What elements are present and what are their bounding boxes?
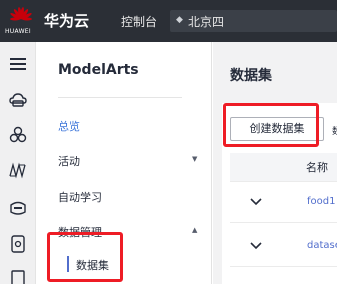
highlight-create-button (223, 103, 319, 147)
chevron-down-icon[interactable]: ▼ (192, 155, 197, 163)
mesh-icon[interactable] (8, 160, 28, 180)
device-icon[interactable] (8, 234, 28, 254)
nav-item-activity[interactable]: 活动 (58, 153, 80, 169)
dataset-name-link[interactable]: datase (307, 240, 337, 251)
nav-item-overview[interactable]: 总览 (58, 118, 80, 134)
brand-name[interactable]: 华为云 (44, 10, 89, 31)
expand-row-icon[interactable] (249, 241, 263, 251)
storage-icon[interactable] (8, 198, 28, 218)
toolbar-partial-text: 数 (332, 127, 337, 137)
console-link[interactable]: 控制台 (121, 13, 157, 30)
chevron-up-icon[interactable]: ▲ (192, 226, 197, 234)
top-bar: HUAWEI 华为云 控制台 ◆ 北京四 (0, 0, 337, 42)
nav-item-auto-learning[interactable]: 自动学习 (58, 189, 102, 205)
doc-icon[interactable] (8, 268, 28, 284)
column-header-name[interactable]: 名称 (306, 159, 328, 175)
menu-icon[interactable] (8, 54, 28, 74)
service-title: ModelArts (58, 62, 139, 78)
location-pin-icon: ◆ (176, 15, 183, 25)
service-icon-rail (0, 42, 36, 284)
cloud-drive-icon[interactable] (8, 90, 28, 110)
expand-row-icon[interactable] (249, 197, 263, 207)
region-label: 北京四 (188, 15, 225, 29)
row-divider (230, 266, 337, 267)
row-divider (230, 181, 337, 182)
region-selector[interactable]: ◆ 北京四 (170, 10, 337, 32)
row-divider (230, 222, 337, 223)
cluster-icon[interactable] (8, 125, 28, 145)
logo-text: HUAWEI (5, 28, 31, 35)
page-title: 数据集 (230, 68, 272, 84)
highlight-datasets-nav (47, 232, 123, 282)
dataset-name-link[interactable]: food1 (307, 196, 335, 207)
nav-divider (58, 97, 182, 98)
